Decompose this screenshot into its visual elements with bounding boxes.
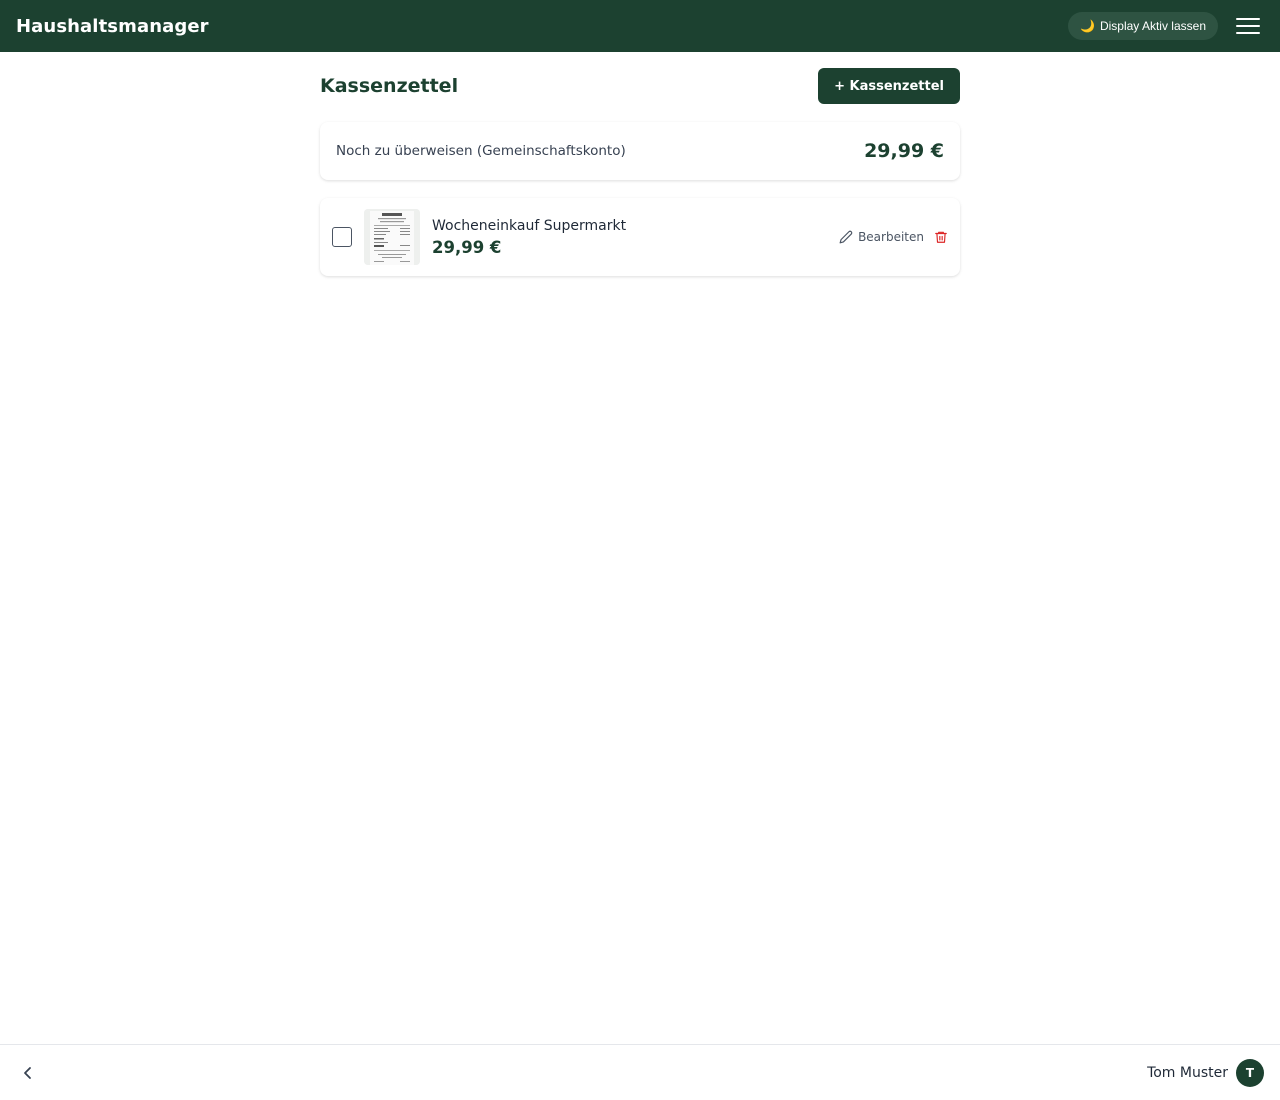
topbar-actions: 🌙 Display Aktiv lassen bbox=[1067, 10, 1264, 42]
trash-icon bbox=[935, 231, 947, 243]
receipt-amount: 29,99 € bbox=[432, 237, 502, 257]
pencil-icon bbox=[839, 230, 853, 244]
hamburger-menu-button[interactable] bbox=[1232, 10, 1264, 42]
receipt-select-checkbox[interactable] bbox=[332, 227, 352, 247]
list-item: Wocheneinkauf Supermarkt 29,99 € Bearbei… bbox=[320, 198, 960, 276]
user-name: Tom Muster bbox=[1147, 1064, 1228, 1081]
summary-label: Noch zu überweisen (Gemeinschaftskonto) bbox=[336, 143, 626, 159]
display-toggle-label: Display Aktiv lassen bbox=[1099, 19, 1206, 33]
page-title: Kassenzettel bbox=[320, 75, 459, 97]
main-content: Kassenzettel + Kassenzettel Noch zu über… bbox=[320, 52, 960, 276]
add-receipt-button[interactable]: + Kassenzettel bbox=[818, 68, 960, 104]
user-profile[interactable]: Tom Muster T bbox=[1147, 1058, 1264, 1087]
receipt-title: Wocheneinkauf Supermarkt bbox=[432, 217, 627, 234]
moon-icon: 🌙 bbox=[1079, 19, 1095, 33]
hamburger-menu-icon-bar bbox=[1236, 25, 1260, 27]
chevron-left-icon bbox=[24, 1066, 31, 1079]
back-button[interactable] bbox=[16, 1061, 40, 1085]
hamburger-menu-icon-bar bbox=[1236, 32, 1260, 34]
summary-amount: 29,99 € bbox=[864, 140, 944, 162]
hamburger-menu-icon bbox=[1236, 18, 1260, 20]
receipt-thumbnail[interactable] bbox=[364, 209, 420, 265]
receipt-image-icon bbox=[364, 209, 420, 265]
receipt-info: Wocheneinkauf Supermarkt 29,99 € bbox=[432, 218, 626, 257]
app-title: Haushaltsmanager bbox=[16, 15, 209, 37]
avatar: T bbox=[1236, 1058, 1264, 1087]
receipt-actions: Bearbeiten bbox=[839, 230, 948, 244]
edit-receipt-button[interactable]: Bearbeiten bbox=[839, 230, 924, 244]
delete-receipt-button[interactable] bbox=[934, 230, 948, 244]
edit-label: Bearbeiten bbox=[858, 230, 924, 244]
top-bar: Haushaltsmanager 🌙 Display Aktiv lassen bbox=[0, 0, 1280, 52]
transfer-summary-card: Noch zu überweisen (Gemeinschaftskonto) … bbox=[320, 122, 960, 180]
app-root: Haushaltsmanager 🌙 Display Aktiv lassen … bbox=[0, 0, 1280, 1100]
display-keep-awake-button[interactable]: 🌙 Display Aktiv lassen bbox=[1067, 12, 1218, 40]
bottom-bar: Tom Muster T bbox=[0, 1044, 1280, 1100]
page-header: Kassenzettel + Kassenzettel bbox=[320, 68, 960, 104]
